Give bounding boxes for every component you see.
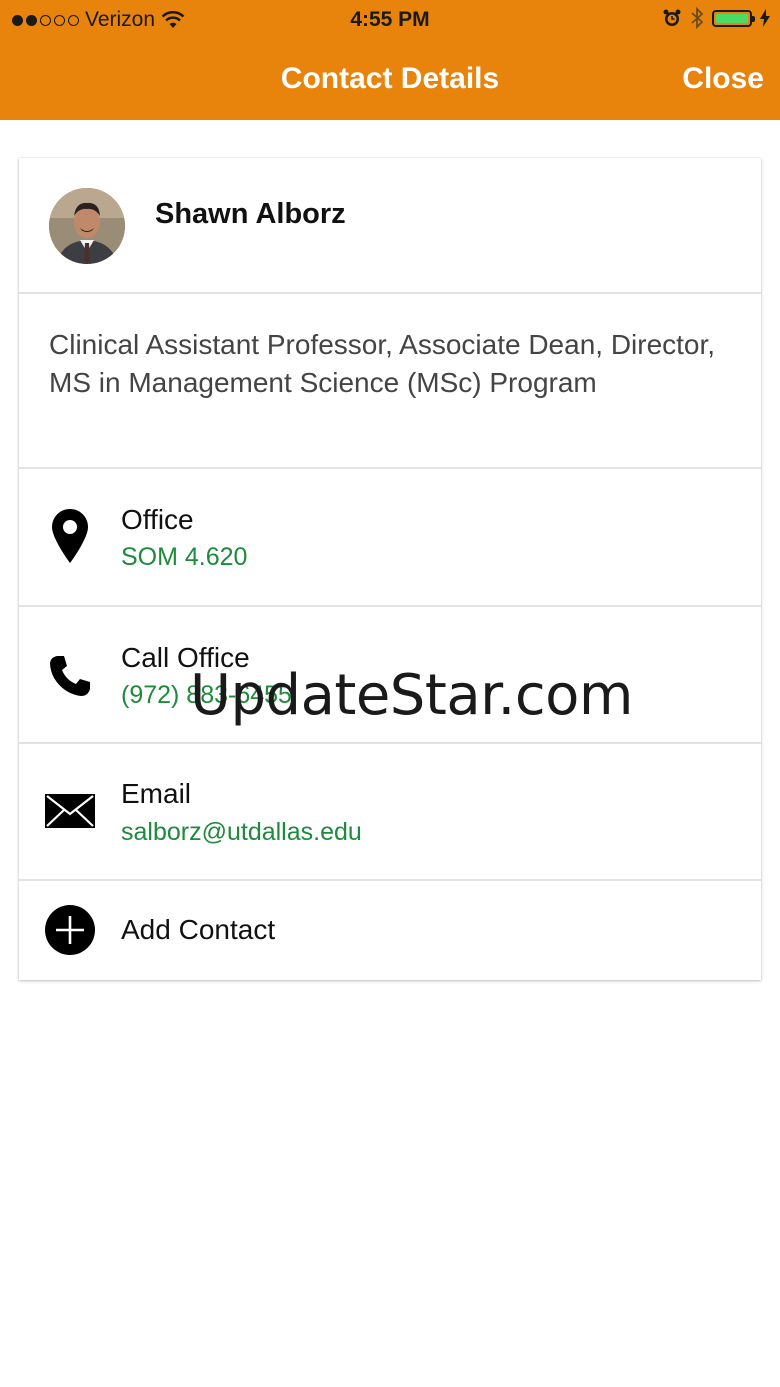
contact-card: Shawn Alborz Clinical Assistant Professo… — [19, 158, 761, 980]
email-value[interactable]: salborz@utdallas.edu — [121, 818, 362, 847]
status-right-icons — [662, 7, 770, 29]
office-label: Office — [121, 504, 194, 535]
add-circle-icon — [45, 905, 95, 955]
header-bar: Verizon 4:55 PM Contact Details Close — [0, 0, 780, 120]
phone-icon — [45, 651, 95, 701]
office-value[interactable]: SOM 4.620 — [121, 543, 247, 572]
position-row: Clinical Assistant Professor, Associate … — [19, 294, 761, 469]
avatar — [49, 188, 125, 264]
battery-icon — [712, 9, 755, 27]
page-title: Contact Details — [280, 62, 500, 95]
contact-name: Shawn Alborz — [155, 198, 346, 230]
close-button[interactable]: Close — [682, 62, 764, 96]
office-row[interactable]: Office SOM 4.620 — [19, 469, 761, 607]
add-contact-label: Add Contact — [121, 914, 276, 945]
alarm-icon — [663, 9, 681, 26]
bluetooth-icon — [691, 7, 704, 29]
location-pin-icon — [45, 509, 95, 563]
email-row[interactable]: Email salborz@utdallas.edu — [19, 744, 761, 881]
phone-row[interactable]: Call Office (972) 883-6455 — [19, 607, 761, 744]
status-bar: Verizon 4:55 PM — [0, 0, 780, 40]
call-office-label: Call Office — [121, 642, 250, 673]
email-label: Email — [121, 778, 192, 809]
contact-header-row: Shawn Alborz — [19, 158, 761, 294]
charging-icon — [760, 9, 770, 27]
add-contact-row[interactable]: Add Contact — [19, 881, 761, 980]
phone-value[interactable]: (972) 883-6455 — [121, 681, 292, 710]
contact-position: Clinical Assistant Professor, Associate … — [49, 329, 716, 398]
envelope-icon — [45, 786, 95, 836]
